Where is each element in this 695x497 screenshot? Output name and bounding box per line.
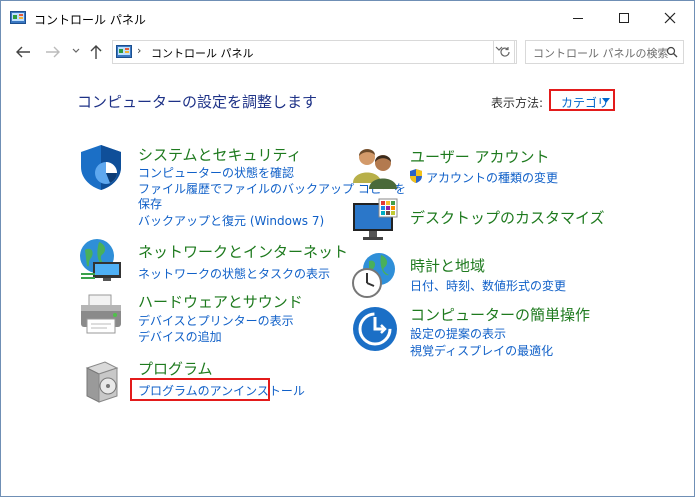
maximize-icon <box>619 13 629 23</box>
programs-box-icon[interactable] <box>77 356 125 404</box>
back-arrow-icon[interactable] <box>15 45 31 59</box>
category-system-security[interactable]: システムとセキュリティ <box>138 144 302 165</box>
search-icon[interactable] <box>666 46 678 58</box>
category-hardware-sound[interactable]: ハードウェアとサウンド <box>138 291 303 312</box>
close-icon <box>664 12 676 24</box>
view-by-label: 表示方法: <box>491 96 544 110</box>
category-programs[interactable]: プログラム <box>138 358 213 379</box>
control-panel-icon <box>10 11 26 24</box>
link-change-account-type[interactable]: アカウントの種類の変更 <box>426 169 558 186</box>
link-network-status-tasks[interactable]: ネットワークの状態とタスクの表示 <box>138 265 330 282</box>
view-by-dropdown[interactable]: カテゴリ <box>549 89 615 111</box>
printer-icon[interactable] <box>77 291 125 339</box>
link-backup-restore[interactable]: バックアップと復元 (Windows 7) <box>138 212 324 229</box>
up-arrow-icon[interactable] <box>89 44 103 60</box>
link-uninstall-program[interactable]: プログラムのアンインストール <box>138 382 305 399</box>
control-panel-icon <box>116 45 132 58</box>
clock-globe-icon[interactable] <box>351 251 399 299</box>
uac-shield-icon <box>410 169 422 183</box>
minimize-button[interactable] <box>555 1 601 35</box>
refresh-icon <box>500 47 510 57</box>
dropdown-arrow-icon <box>602 98 610 103</box>
refresh-button[interactable] <box>493 40 517 64</box>
desktop-monitor-icon[interactable] <box>351 197 399 245</box>
link-add-device[interactable]: デバイスの追加 <box>138 328 222 345</box>
link-suggested-settings[interactable]: 設定の提案の表示 <box>410 325 506 342</box>
network-globe-icon[interactable] <box>77 236 125 284</box>
shield-icon[interactable] <box>77 143 125 191</box>
maximize-button[interactable] <box>601 1 647 35</box>
minimize-icon <box>573 18 583 19</box>
close-button[interactable] <box>647 1 693 35</box>
title-bar: コントロール パネル <box>1 1 694 35</box>
breadcrumb[interactable]: コントロール パネル <box>151 45 254 61</box>
search-input[interactable]: コントロール パネルの検索 <box>525 40 684 64</box>
category-clock-region[interactable]: 時計と地域 <box>410 255 485 276</box>
category-network-internet[interactable]: ネットワークとインターネット <box>138 241 348 262</box>
link-check-computer-status[interactable]: コンピューターの状態を確認 <box>138 164 294 181</box>
control-panel-window: コントロール パネル › コントロール パネル コントロール パネルの検索 コン… <box>0 0 695 497</box>
window-title: コントロール パネル <box>34 13 146 27</box>
forward-arrow-icon[interactable] <box>45 45 61 59</box>
link-date-time-format[interactable]: 日付、時刻、数値形式の変更 <box>410 277 566 294</box>
user-accounts-icon[interactable] <box>351 143 399 191</box>
link-optimize-display[interactable]: 視覚ディスプレイの最適化 <box>410 342 553 359</box>
category-ease-of-access[interactable]: コンピューターの簡単操作 <box>410 304 590 325</box>
link-file-history-backup-cont[interactable]: 保存 <box>138 195 162 212</box>
address-path[interactable]: › コントロール パネル <box>112 40 515 64</box>
ease-of-access-icon[interactable] <box>351 305 399 353</box>
recent-locations-icon[interactable] <box>72 48 80 54</box>
link-devices-printers[interactable]: デバイスとプリンターの表示 <box>138 312 294 329</box>
category-desktop-customization[interactable]: デスクトップのカスタマイズ <box>410 207 605 228</box>
category-user-accounts[interactable]: ユーザー アカウント <box>410 146 549 167</box>
search-placeholder: コントロール パネルの検索 <box>533 47 669 60</box>
page-title: コンピューターの設定を調整します <box>77 93 318 111</box>
breadcrumb-chevron-icon: › <box>137 44 142 57</box>
